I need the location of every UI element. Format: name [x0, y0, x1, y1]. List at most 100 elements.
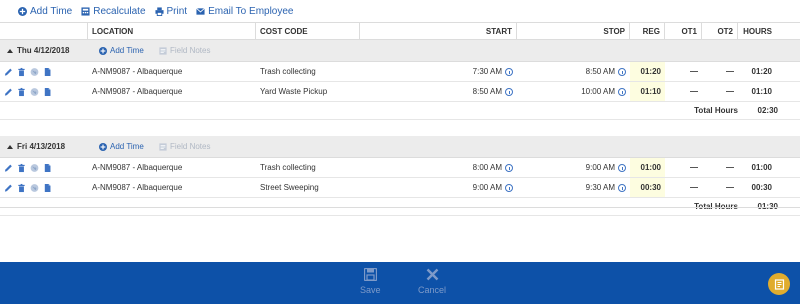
document-icon[interactable] [43, 163, 52, 173]
day-date: Fri 4/13/2018 [17, 142, 66, 151]
cost-code-column-header[interactable]: COST CODE [256, 23, 360, 39]
cancel-label: Cancel [418, 285, 447, 295]
pencil-icon[interactable] [4, 87, 13, 97]
document-icon[interactable] [43, 87, 52, 97]
trash-icon[interactable] [17, 67, 26, 77]
info-icon[interactable] [618, 87, 626, 96]
save-button[interactable]: Save [360, 268, 381, 295]
ot2-cell: — [726, 67, 734, 76]
day-groups: Thu 4/12/2018 Add Time Field Notes A-NM9087… [0, 40, 800, 216]
reg-cell: 00:30 [630, 178, 665, 197]
reg-column-header[interactable]: REG [630, 23, 665, 39]
info-icon[interactable] [505, 87, 513, 96]
info-icon[interactable] [505, 67, 513, 76]
pencil-icon[interactable] [4, 67, 13, 77]
add-time-button[interactable]: Add Time [18, 6, 72, 17]
start-time: 8:00 AM [472, 163, 502, 172]
stop-time: 9:00 AM [585, 163, 615, 172]
ot2-cell: — [726, 183, 734, 192]
trash-icon[interactable] [17, 87, 26, 97]
plus-circle-icon [99, 46, 107, 55]
stop-cell: 9:30 AM [517, 178, 630, 197]
hours-cell: 01:10 [751, 87, 772, 96]
info-icon[interactable] [505, 163, 513, 172]
day-total-row: Total Hours 02:30 [0, 102, 800, 120]
globe-icon[interactable] [30, 163, 39, 173]
table-row: A-NM9087 - Albaquerque Trash collecting 7:… [0, 62, 800, 82]
ot1-cell: — [690, 163, 698, 172]
row-actions [0, 82, 88, 101]
info-icon[interactable] [505, 183, 513, 192]
grid-bottom-border [0, 207, 800, 208]
collapse-caret-icon [7, 144, 13, 149]
day-collapse-toggle[interactable]: Thu 4/12/2018 [0, 46, 99, 55]
start-cell: 8:00 AM [360, 158, 517, 177]
info-icon[interactable] [618, 183, 626, 192]
day-add-time-label: Add Time [110, 142, 144, 151]
hours-column-header[interactable]: HOURS [738, 23, 776, 39]
collapse-caret-icon [7, 48, 13, 53]
toolbar: Add Time Recalculate Print Email To Empl… [0, 0, 800, 22]
hours-cell: 00:30 [751, 183, 772, 192]
day-group-header: Thu 4/12/2018 Add Time Field Notes [0, 40, 800, 62]
pencil-icon[interactable] [4, 183, 13, 193]
trash-icon[interactable] [17, 163, 26, 173]
total-hours-value: 02:30 [757, 106, 778, 115]
day-field-notes-label: Field Notes [170, 46, 211, 55]
cancel-button[interactable]: Cancel [418, 268, 446, 295]
start-time: 7:30 AM [472, 67, 502, 76]
notes-fab-button[interactable] [768, 273, 790, 295]
day-date: Thu 4/12/2018 [17, 46, 70, 55]
stop-time: 9:30 AM [585, 183, 615, 192]
ot1-cell: — [690, 183, 698, 192]
print-button[interactable]: Print [154, 5, 188, 17]
pencil-icon[interactable] [4, 163, 13, 173]
row-actions [0, 178, 88, 197]
start-cell: 7:30 AM [360, 62, 517, 81]
start-cell: 8:50 AM [360, 82, 517, 101]
table-row: A-NM9087 - Albaquerque Yard Waste Pickup 8… [0, 82, 800, 102]
location-column-header[interactable]: LOCATION [88, 23, 256, 39]
ot2-column-header[interactable]: OT2 [702, 23, 738, 39]
plus-circle-icon [18, 6, 27, 16]
reg-cell: 01:10 [630, 82, 665, 101]
cost-code-cell: Trash collecting [260, 67, 316, 76]
day-group-header: Fri 4/13/2018 Add Time Field Notes [0, 136, 800, 158]
day-add-time-button[interactable]: Add Time [99, 142, 159, 151]
location-cell: A-NM9087 - Albaquerque [92, 67, 183, 76]
globe-icon[interactable] [30, 183, 39, 193]
row-actions [0, 62, 88, 81]
print-label: Print [166, 5, 188, 17]
day-add-time-label: Add Time [110, 46, 144, 55]
globe-icon[interactable] [30, 87, 39, 97]
location-cell: A-NM9087 - Albaquerque [92, 183, 183, 192]
info-icon[interactable] [618, 67, 626, 76]
email-employee-button[interactable]: Email To Employee [196, 5, 294, 17]
stop-column-header[interactable]: STOP [517, 23, 630, 39]
day-add-time-button[interactable]: Add Time [99, 46, 159, 55]
footer-bar: Save Cancel [0, 262, 800, 304]
timesheet-grid: LOCATION COST CODE START STOP REG OT1 OT… [0, 22, 800, 216]
recalculate-button[interactable]: Recalculate [81, 5, 146, 17]
actions-column-header [0, 23, 88, 39]
ot1-column-header[interactable]: OT1 [665, 23, 702, 39]
hours-cell: 01:20 [751, 67, 772, 76]
calculator-icon [81, 6, 90, 16]
email-employee-label: Email To Employee [208, 5, 294, 17]
day-collapse-toggle[interactable]: Fri 4/13/2018 [0, 142, 99, 151]
start-column-header[interactable]: START [360, 23, 517, 39]
trash-icon[interactable] [17, 183, 26, 193]
info-icon[interactable] [618, 163, 626, 172]
day-field-notes-label: Field Notes [170, 142, 211, 151]
close-icon [426, 268, 438, 281]
day-field-notes-button[interactable]: Field Notes [159, 46, 210, 55]
globe-icon[interactable] [30, 67, 39, 77]
notes-icon [159, 142, 167, 151]
document-icon[interactable] [43, 67, 52, 77]
recalculate-label: Recalculate [93, 5, 146, 17]
day-field-notes-button[interactable]: Field Notes [159, 142, 210, 151]
reg-cell: 01:20 [630, 62, 665, 81]
document-icon[interactable] [43, 183, 52, 193]
stop-time: 10:00 AM [581, 87, 615, 96]
